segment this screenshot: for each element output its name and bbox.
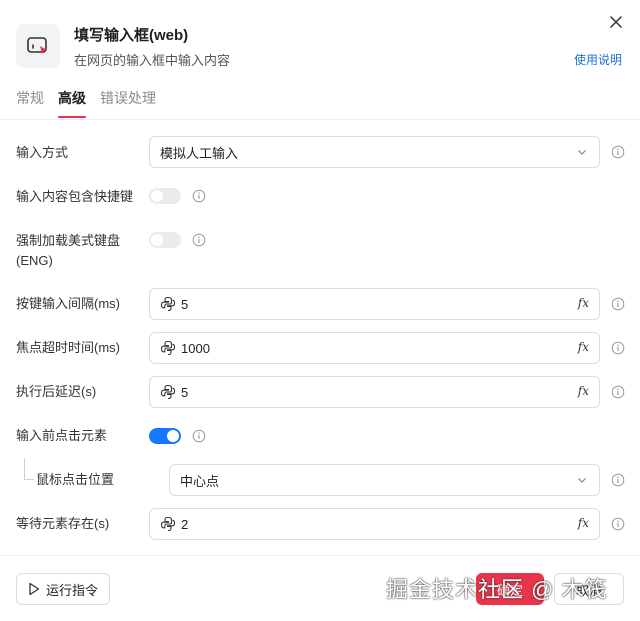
tab-error-handling[interactable]: 错误处理 <box>100 88 156 118</box>
input-method-label: 输入方式 <box>16 145 69 160</box>
fx-icon[interactable]: fx <box>578 384 589 398</box>
fx-icon[interactable]: fx <box>578 296 589 310</box>
browser-input-icon <box>16 24 60 68</box>
include-shortcuts-toggle[interactable] <box>149 188 181 204</box>
python-icon <box>160 516 176 532</box>
wait-element-label: 等待元素存在(s) <box>16 516 110 531</box>
info-icon[interactable] <box>192 189 206 203</box>
dialog-subtitle: 在网页的输入框中输入内容 <box>74 53 231 68</box>
close-icon[interactable] <box>606 12 626 32</box>
confirm-button[interactable]: 确定 <box>476 573 544 605</box>
mouse-click-position-label: 鼠标点击位置 <box>36 472 115 487</box>
chevron-down-icon <box>578 478 586 483</box>
help-link[interactable]: 使用说明 <box>574 51 622 68</box>
force-keyboard-label: 强制加载美式键盘 <box>16 233 121 248</box>
dialog-title: 填写输入框(web) <box>74 27 189 44</box>
mouse-click-position-value: 中心点 <box>180 473 220 489</box>
info-icon[interactable] <box>611 145 625 159</box>
tab-bar: 常规 高级 错误处理 <box>16 88 156 120</box>
info-icon[interactable] <box>611 517 625 531</box>
force-keyboard-toggle[interactable] <box>149 232 181 248</box>
play-icon <box>29 582 40 596</box>
mouse-click-position-select[interactable]: 中心点 <box>169 464 600 496</box>
key-interval-input[interactable]: 5 fx <box>149 288 600 320</box>
info-icon[interactable] <box>611 473 625 487</box>
include-shortcuts-label: 输入内容包含快捷键 <box>16 189 134 204</box>
info-icon[interactable] <box>611 385 625 399</box>
info-icon[interactable] <box>611 297 625 311</box>
post-delay-label: 执行后延迟(s) <box>16 384 97 399</box>
key-interval-value: 5 <box>181 296 189 312</box>
run-command-label: 运行指令 <box>45 582 98 598</box>
fx-icon[interactable]: fx <box>578 340 589 354</box>
post-delay-input[interactable]: 5 fx <box>149 376 600 408</box>
focus-timeout-input[interactable]: 1000 fx <box>149 332 600 364</box>
python-icon <box>160 384 176 400</box>
key-interval-label: 按键输入间隔(ms) <box>16 296 120 311</box>
input-method-value: 模拟人工输入 <box>160 145 239 161</box>
info-icon[interactable] <box>192 429 206 443</box>
wait-element-value: 2 <box>181 516 189 532</box>
python-icon <box>160 340 176 356</box>
fx-icon[interactable]: fx <box>578 516 589 530</box>
python-icon <box>160 296 176 312</box>
info-icon[interactable] <box>611 341 625 355</box>
wait-element-input[interactable]: 2 fx <box>149 508 600 540</box>
force-keyboard-label-eng: (ENG) <box>16 253 53 268</box>
input-method-select[interactable]: 模拟人工输入 <box>149 136 600 168</box>
footer-divider <box>0 555 640 556</box>
cancel-button[interactable]: 取消 <box>554 573 624 605</box>
click-before-input-toggle[interactable] <box>149 428 181 444</box>
focus-timeout-label: 焦点超时时间(ms) <box>16 340 120 355</box>
tab-general[interactable]: 常规 <box>16 88 44 118</box>
tree-connector <box>24 458 34 480</box>
tabs-divider <box>0 119 640 120</box>
info-icon[interactable] <box>192 233 206 247</box>
post-delay-value: 5 <box>181 384 189 400</box>
focus-timeout-value: 1000 <box>181 340 210 356</box>
click-before-input-label: 输入前点击元素 <box>16 428 108 443</box>
dialog-header: 填写输入框(web) 在网页的输入框中输入内容 使用说明 <box>0 0 640 80</box>
chevron-down-icon <box>578 150 586 155</box>
tab-advanced[interactable]: 高级 <box>58 88 86 118</box>
run-command-button[interactable]: 运行指令 <box>16 573 110 605</box>
